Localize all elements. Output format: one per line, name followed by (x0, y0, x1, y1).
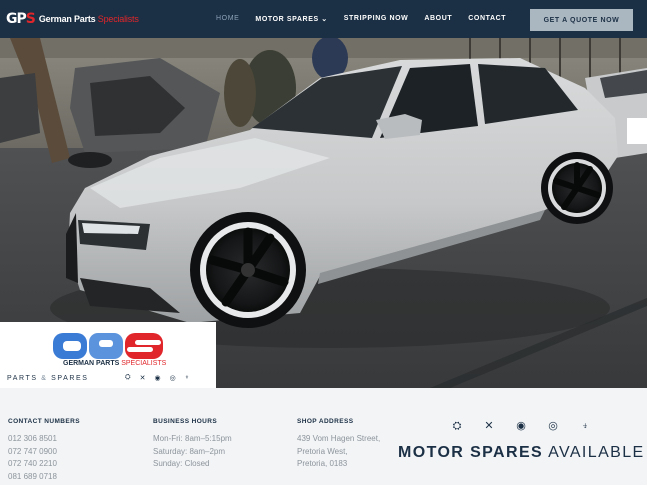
logo-card-icons: ⛭ ✕ ◉ ◎ ⍖ (125, 374, 189, 382)
nav-about[interactable]: ABOUT (424, 15, 452, 23)
phone-number[interactable]: 072 740 2210 (8, 458, 80, 471)
phone-number[interactable]: 081 689 0718 (8, 471, 80, 484)
engine-icon: ⛭ (452, 420, 462, 432)
phone-number[interactable]: 072 747 0900 (8, 446, 80, 459)
phone-number[interactable]: 012 306 8501 (8, 433, 80, 446)
nav-contact[interactable]: CONTACT (468, 15, 506, 23)
brand-logo[interactable]: GPS German Parts Specialists (6, 11, 139, 27)
business-hours: BUSINESS HOURS Mon-Fri: 8am–5:15pm Satur… (153, 418, 232, 471)
gps-logo-graphic (53, 333, 163, 359)
nav-stripping-now[interactable]: STRIPPING NOW (344, 15, 409, 23)
brake-disc-icon: ◎ (169, 375, 176, 382)
shop-address: SHOP ADDRESS 439 Vom Hagen Street, Preto… (297, 418, 380, 471)
main-menu: HOME MOTOR SPARES ⌄ STRIPPING NOW ABOUT … (216, 15, 506, 23)
top-navbar: GPS German Parts Specialists HOME MOTOR … (0, 0, 647, 38)
address-heading: SHOP ADDRESS (297, 418, 354, 425)
motor-spares-heading: MOTOR SPARES AVAILABLE (398, 444, 645, 461)
turbo-icon: ◉ (516, 420, 526, 432)
nav-home[interactable]: HOME (216, 15, 239, 23)
engine-icon: ⛭ (125, 374, 131, 381)
suspension-icon: ✕ (484, 420, 494, 432)
spark-plug-icon: ⍖ (581, 420, 589, 432)
address-line: Pretoria West, (297, 446, 348, 456)
brake-disc-icon: ◎ (548, 420, 558, 432)
nav-motor-spares[interactable]: MOTOR SPARES ⌄ (255, 15, 327, 23)
turbo-icon: ◉ (154, 375, 161, 382)
logo-card-subtitle: GERMAN PARTS SPECIALISTS (63, 360, 167, 367)
contact-heading: CONTACT NUMBERS (8, 418, 80, 425)
logo-text: German Parts Specialists (38, 14, 139, 24)
address-line: Pretoria, 0183 (297, 459, 348, 468)
logo-mark: GPS (6, 11, 36, 27)
hours-line: Sunday: Closed (153, 459, 210, 468)
hours-heading: BUSINESS HOURS (153, 418, 218, 425)
get-quote-button[interactable]: GET A QUOTE NOW (530, 9, 633, 31)
spark-plug-icon: ⍖ (184, 374, 189, 381)
logo-card-tagline: PARTS & SPARES (7, 375, 89, 382)
hours-line: Mon-Fri: 8am–5:15pm (153, 434, 232, 443)
logo-card: GERMAN PARTS SPECIALISTS PARTS & SPARES … (0, 322, 216, 388)
hours-line: Saturday: 8am–2pm (153, 446, 226, 456)
address-line: 439 Vom Hagen Street, (297, 434, 381, 443)
contact-numbers: CONTACT NUMBERS 012 306 8501 072 747 090… (8, 418, 80, 483)
suspension-icon: ✕ (139, 375, 146, 382)
motor-spares-icons: ⛭ ✕ ◉ ◎ ⍖ (450, 420, 592, 432)
